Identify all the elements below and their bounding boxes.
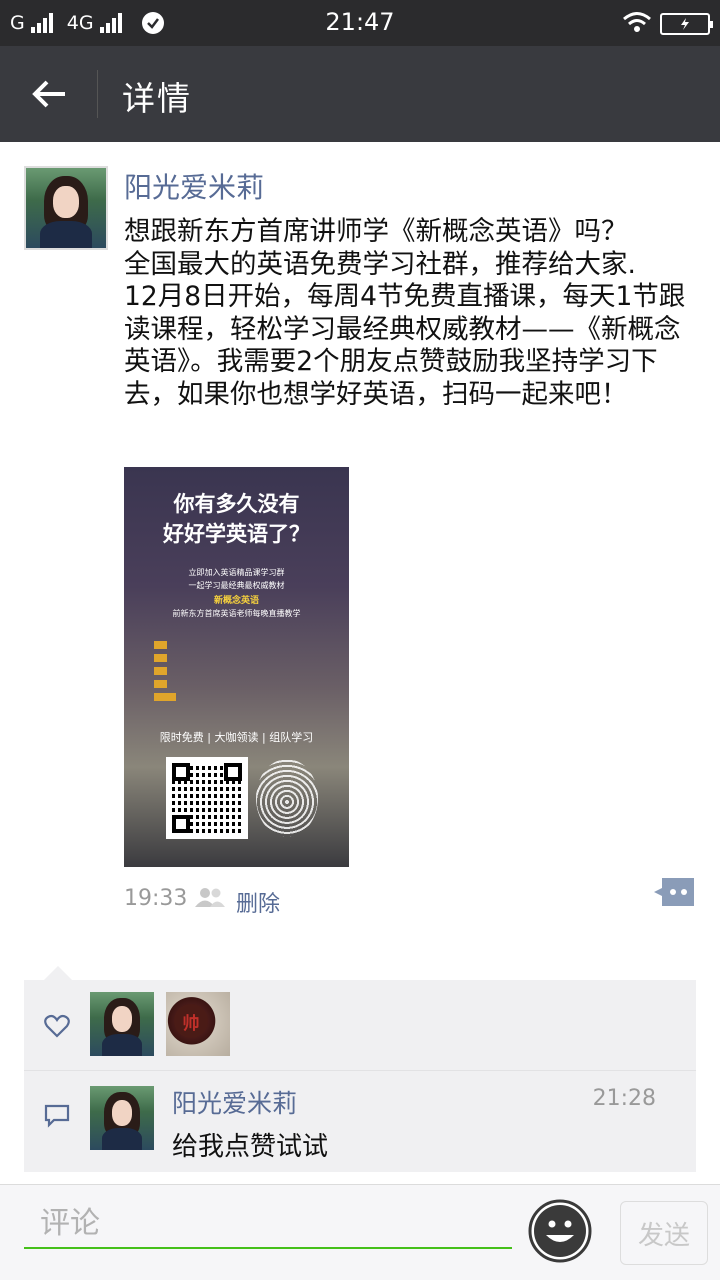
poster-highlight: 新概念英语 (213, 596, 259, 606)
poster-headline-1: 你有多久没有 (173, 492, 300, 516)
comment-time: 21:28 (592, 1086, 656, 1111)
page-title: 详情 (122, 79, 192, 118)
comment-text[interactable]: 给我点赞试试 (172, 1126, 328, 1163)
back-arrow-icon (32, 80, 65, 108)
comment-icon (44, 1104, 70, 1132)
comment-input-bar: 发送 (0, 1184, 720, 1280)
title-bar: 详情 (0, 46, 720, 142)
status-bar: G 4G 21:47 (0, 0, 720, 46)
comment-input[interactable] (24, 1199, 512, 1249)
poster-footer (124, 848, 349, 856)
heart-icon (44, 1014, 70, 1042)
commenter-name[interactable]: 阳光爱米莉 (172, 1084, 297, 1120)
fingerprint-icon (256, 759, 318, 837)
liker-avatar-2[interactable]: 帅 (166, 992, 230, 1056)
back-button[interactable] (26, 72, 72, 116)
friends-visibility-icon (194, 886, 226, 908)
wifi-icon (622, 11, 652, 37)
likes-comments-panel: 帅 阳光爱米莉 21:28 给我点赞试试 (24, 966, 696, 1172)
emoji-button[interactable] (528, 1199, 592, 1263)
poster-headline-2: 好好学英语了？ (163, 522, 310, 546)
poster-band: 限时免费 | 大咖领读 | 组队学习 (159, 731, 314, 744)
author-avatar[interactable] (24, 166, 108, 250)
qr-code-icon (166, 757, 248, 839)
battery-icon (660, 13, 713, 35)
post-time: 19:33 (124, 886, 188, 911)
author-name[interactable]: 阳光爱米莉 (124, 166, 264, 206)
comment-like-button[interactable] (652, 876, 696, 908)
poster-line-3: 前新东方首席英语老师每晚直播教学 (172, 609, 301, 618)
delete-button[interactable]: 删除 (236, 886, 280, 918)
liker-avatar-1[interactable] (90, 992, 154, 1056)
poster-tags (154, 639, 176, 704)
poster-line-1: 立即加入英语精品课学习群 (188, 568, 285, 577)
title-divider (97, 70, 98, 118)
clock: 21:47 (325, 8, 395, 36)
poster-line-2: 一起学习最经典最权威教材 (188, 581, 285, 590)
panel-divider (24, 1070, 696, 1071)
send-button[interactable]: 发送 (620, 1201, 708, 1265)
status-icons (622, 11, 713, 37)
liker-avatar-2-char: 帅 (174, 1004, 208, 1038)
emoji-icon (528, 1199, 592, 1263)
post-text: 想跟新东方首席讲师学《新概念英语》吗？ 全国最大的英语免费学习社群，推荐给大家.… (124, 216, 686, 410)
commenter-avatar[interactable] (90, 1086, 154, 1150)
post-image[interactable]: 你有多久没有 好好学英语了？ 立即加入英语精品课学习群 一起学习最经典最权威教材… (124, 467, 349, 867)
